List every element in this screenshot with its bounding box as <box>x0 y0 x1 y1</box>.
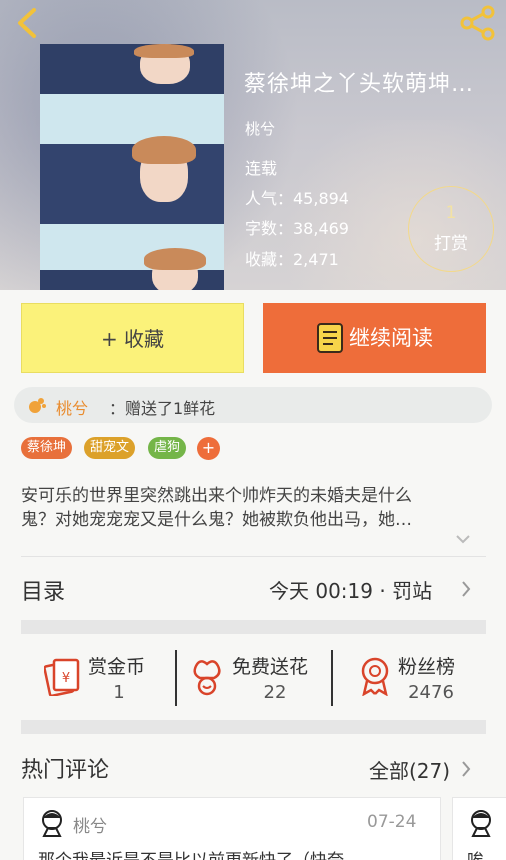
book-word-count: 字数：38,469 <box>245 219 349 238</box>
continue-reading-label: 继续阅读 <box>349 326 433 350</box>
book-icon <box>317 323 343 353</box>
avatar <box>471 810 491 837</box>
gift-sender[interactable]: 桃兮 <box>56 395 88 419</box>
tag-1[interactable]: 甜宠文 <box>84 437 136 459</box>
add-favorite-button[interactable]: + 收藏 <box>21 303 244 373</box>
fan-ranking-button[interactable]: 粉丝榜 2476 <box>346 642 486 714</box>
book-popularity: 人气：45,894 <box>245 189 349 208</box>
share-button[interactable] <box>458 4 498 42</box>
comment-text: 那个我最近是不是比以前更新快了（快夸 <box>38 846 428 860</box>
medal-icon <box>361 657 389 696</box>
book-status: 连载 <box>245 159 278 178</box>
section-separator <box>21 620 486 634</box>
svg-text:¥: ¥ <box>62 671 70 686</box>
flower-smile-icon <box>193 660 221 696</box>
comment-card[interactable]: 唉 <box>452 797 506 860</box>
expand-chevron-icon[interactable] <box>455 533 471 545</box>
tag-0[interactable]: 蔡徐坤 <box>21 437 73 459</box>
all-comments-link: 全部(27) <box>369 759 451 783</box>
chevron-right-icon <box>462 581 471 597</box>
continue-reading-button[interactable]: 继续阅读 <box>263 303 486 373</box>
stat-divider <box>175 650 177 706</box>
hot-comments-label: 热门评论 <box>21 758 110 783</box>
book-cover-image[interactable] <box>40 44 224 290</box>
tip-count: 1 <box>445 203 457 223</box>
comment-card[interactable]: 桃兮 07-24 那个我最近是不是比以前更新快了（快夸 <box>23 797 441 860</box>
avatar <box>42 810 62 837</box>
share-icon <box>460 5 495 41</box>
tag-2[interactable]: 虐狗 <box>148 437 187 459</box>
table-of-contents-row[interactable]: 目录 今天 00:19 · 罚站 <box>0 560 506 616</box>
flower-icon <box>29 398 46 413</box>
fans-value: 2476 <box>408 682 454 703</box>
comment-date: 07-24 <box>367 812 417 832</box>
back-button[interactable] <box>12 6 44 40</box>
free-flowers-button[interactable]: 免费送花 22 <box>188 642 328 714</box>
stat-divider <box>331 650 333 706</box>
book-favorites: 收藏：2,471 <box>245 250 339 269</box>
add-tag-button[interactable]: + <box>197 437 220 460</box>
flowers-value: 22 <box>263 682 287 703</box>
gift-message: ：赠送了1鲜花 <box>109 399 216 418</box>
red-envelope-icon: ¥ <box>44 658 80 696</box>
reward-label: 赏金币 <box>88 656 146 678</box>
gift-notice: 桃兮 ：赠送了1鲜花 <box>14 387 492 423</box>
chevron-right-icon <box>462 761 471 777</box>
comment-text: 唉 <box>467 846 484 860</box>
description-line: 安可乐的世界里突然跳出来个帅炸天的未婚夫是什么 <box>21 486 412 506</box>
comment-user[interactable]: 桃兮 <box>73 812 107 837</box>
latest-chapter: 今天 00:19 · 罚站 <box>269 579 433 603</box>
reward-coins-button[interactable]: ¥ 赏金币 1 <box>30 642 160 714</box>
reward-value: 1 <box>113 682 125 703</box>
flowers-label: 免费送花 <box>232 656 309 678</box>
tip-label: 打赏 <box>434 234 468 254</box>
divider <box>21 556 486 557</box>
tip-button[interactable]: 1 打赏 <box>408 186 494 272</box>
book-description[interactable]: 安可乐的世界里突然跳出来个帅炸天的未婚夫是什么 鬼？对她宠宠宠又是什么鬼？她被欺… <box>21 484 483 532</box>
description-line: 鬼？对她宠宠宠又是什么鬼？她被欺负他出马，她… <box>21 510 412 530</box>
toc-label: 目录 <box>21 580 66 605</box>
hot-comments-header[interactable]: 热门评论 全部(27) <box>0 740 506 792</box>
book-author[interactable]: 桃兮 <box>245 118 275 139</box>
back-arrow-icon <box>18 8 36 38</box>
fans-label: 粉丝榜 <box>398 656 456 678</box>
book-title: 蔡徐坤之丫头软萌坤… <box>244 72 475 97</box>
section-separator <box>21 720 486 734</box>
